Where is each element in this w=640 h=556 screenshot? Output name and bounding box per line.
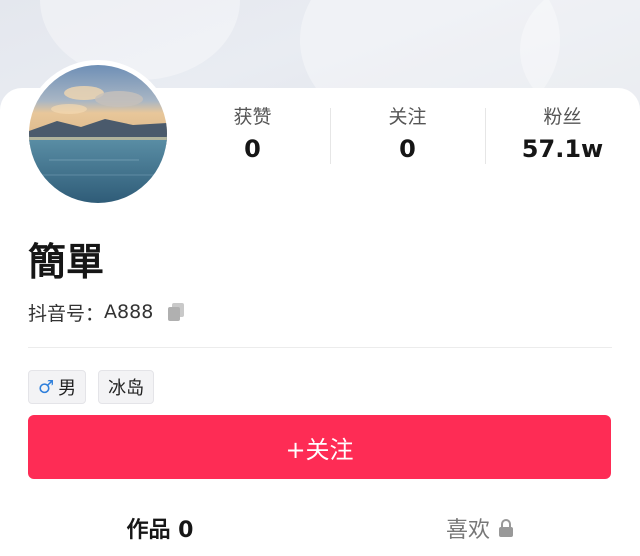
tab-works-label: 作品 0 <box>126 518 194 543</box>
stat-likes-value: 0 <box>244 135 261 163</box>
tab-likes[interactable]: 喜欢 <box>320 500 640 556</box>
lock-icon <box>498 518 514 538</box>
profile-tags: ♂ 男 冰岛 <box>28 370 155 404</box>
location-label: 冰岛 <box>108 378 145 399</box>
stat-likes-label: 获赞 <box>233 106 272 128</box>
content-tabs: 作品 0 喜欢 <box>0 500 640 556</box>
divider <box>28 347 612 348</box>
tab-works[interactable]: 作品 0 <box>0 500 320 556</box>
follow-button[interactable]: +关注 <box>28 415 611 479</box>
location-tag: 冰岛 <box>98 370 155 404</box>
stat-following-label: 关注 <box>388 106 427 128</box>
male-icon: ♂ <box>38 376 55 398</box>
stat-followers[interactable]: 粉丝 57.1w <box>485 104 640 168</box>
stats-row: 获赞 0 关注 0 粉丝 57.1w <box>175 104 640 168</box>
profile-nickname: 簡單 <box>28 240 105 284</box>
copy-icon[interactable] <box>165 301 187 323</box>
avatar[interactable] <box>24 60 172 208</box>
gender-tag: ♂ 男 <box>28 370 87 404</box>
stat-following[interactable]: 关注 0 <box>330 104 485 168</box>
stat-following-value: 0 <box>399 135 416 163</box>
stat-followers-label: 粉丝 <box>543 106 582 128</box>
douyin-id-label: 抖音号： <box>28 302 105 325</box>
stat-likes[interactable]: 获赞 0 <box>175 104 330 168</box>
gender-label: 男 <box>58 378 77 399</box>
douyin-id-value: A888 <box>104 301 154 323</box>
douyin-id-row: 抖音号： A888 <box>28 298 187 326</box>
avatar-image <box>29 65 167 203</box>
stat-followers-value: 57.1w <box>521 135 604 163</box>
tab-likes-label: 喜欢 <box>445 518 490 543</box>
